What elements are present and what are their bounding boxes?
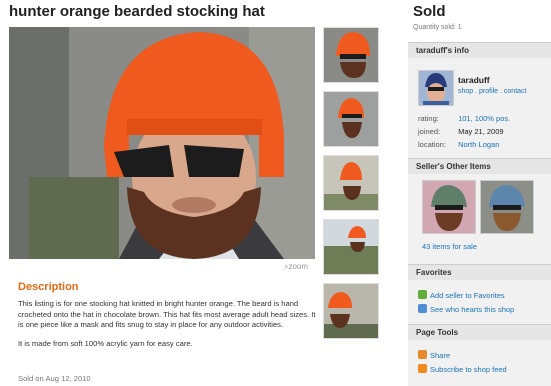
thumbnail-1[interactable] — [323, 27, 379, 83]
seller-avatar[interactable] — [418, 70, 454, 106]
thumbnail-4-photo — [324, 220, 378, 274]
thumbnail-5-photo — [324, 284, 378, 338]
zoom-label: zoom — [288, 262, 309, 271]
description-heading: Description — [18, 281, 79, 293]
thumbnail-2[interactable] — [323, 91, 379, 147]
rating-label: rating: — [418, 114, 439, 123]
rss-icon — [418, 364, 427, 373]
quantity-sold: Quantity sold: 1 — [413, 24, 462, 31]
location-row: location: North Logan — [418, 140, 499, 149]
joined-label: joined: — [418, 127, 441, 136]
subscribe-link[interactable]: Subscribe to shop feed — [418, 364, 507, 374]
other-item-2[interactable] — [480, 180, 534, 234]
seller-info-heading: taraduff's info — [408, 42, 551, 58]
items-for-sale-link[interactable]: 43 items for sale — [422, 242, 477, 251]
subscribe-label: Subscribe to shop feed — [430, 365, 507, 374]
other-item-1[interactable] — [422, 180, 476, 234]
thumbnail-5[interactable] — [323, 283, 379, 339]
people-icon — [418, 304, 427, 313]
other-items-heading: Seller's Other Items — [408, 158, 551, 174]
other-item-1-photo — [423, 181, 475, 233]
joined-row: joined: May 21, 2009 — [418, 127, 504, 136]
thumbnail-2-photo — [324, 92, 378, 146]
sold-status: Sold — [413, 3, 446, 20]
rating-row: rating: 101, 100% pos. — [418, 114, 510, 123]
rating-value[interactable]: 101, 100% pos. — [458, 114, 510, 123]
location-label: location: — [418, 140, 446, 149]
thumbnail-1-photo — [324, 28, 378, 82]
page-tools-heading: Page Tools — [408, 324, 551, 340]
sold-date: Sold on Aug 12, 2010 — [18, 374, 91, 383]
bearded-hat-photo — [9, 27, 315, 259]
add-to-favorites[interactable]: Add seller to Favorites — [418, 290, 505, 300]
add-to-favorites-label: Add seller to Favorites — [430, 291, 505, 300]
description-paragraph-1: This listing is for one stocking hat kni… — [18, 299, 316, 330]
share-label: Share — [430, 351, 451, 360]
listing-title: hunter orange bearded stocking hat — [9, 3, 265, 20]
description-paragraph-2: It is made from soft 100% acrylic yarn f… — [18, 338, 193, 348]
who-hearts-shop[interactable]: See who hearts this shop — [418, 304, 514, 314]
thumbnail-3-photo — [324, 156, 378, 210]
description-body: This listing is for one stocking hat kni… — [18, 299, 318, 357]
seller-sidebar: taraduff's info taraduff shop . profile … — [408, 42, 551, 386]
main-product-image[interactable] — [9, 27, 315, 259]
joined-value: May 21, 2009 — [458, 127, 504, 136]
favorites-heading: Favorites — [408, 264, 551, 280]
who-hearts-label: See who hearts this shop — [430, 305, 515, 314]
thumbnail-3[interactable] — [323, 155, 379, 211]
share-link[interactable]: Share — [418, 350, 450, 360]
seller-links[interactable]: shop . profile . contact — [458, 88, 526, 95]
share-icon — [418, 350, 427, 359]
plus-icon — [418, 290, 427, 299]
other-item-2-photo — [481, 181, 533, 233]
thumbnail-strip — [323, 27, 379, 347]
seller-name[interactable]: taraduff — [458, 75, 490, 85]
location-value[interactable]: North Logan — [458, 140, 499, 149]
avatar-photo — [419, 71, 453, 105]
zoom-link[interactable]: ⌕zoom — [284, 262, 308, 272]
thumbnail-4[interactable] — [323, 219, 379, 275]
